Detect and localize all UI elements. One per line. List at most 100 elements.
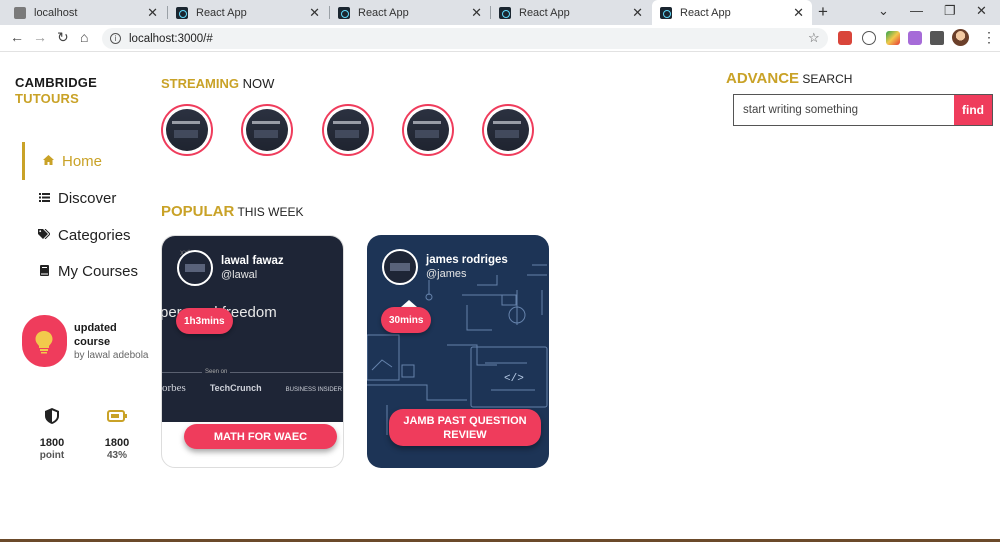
stream-avatar[interactable] xyxy=(161,104,213,156)
popular-heading: POPULAR THIS WEEK xyxy=(161,203,303,220)
course-card[interactable]: </> james rodriges @james 30mins JAMB PA… xyxy=(367,235,549,468)
home-browser-icon[interactable]: ⌂ xyxy=(80,29,88,45)
svg-text:</>: </> xyxy=(504,373,524,385)
info-icon[interactable]: i xyxy=(110,33,121,44)
author-name[interactable]: lawal fawaz xyxy=(221,255,284,267)
author-handle: @lawal xyxy=(221,269,258,281)
author-avatar[interactable] xyxy=(382,249,418,285)
new-tab-button[interactable]: + xyxy=(818,2,828,22)
close-icon[interactable]: ✕ xyxy=(793,5,804,21)
brand-logo[interactable]: CAMBRIDGE TUTOURS xyxy=(15,75,97,107)
menu-icon[interactable]: ⋮ xyxy=(982,29,996,46)
nav-item-my-courses[interactable]: My Courses xyxy=(36,263,138,280)
close-icon[interactable]: ✕ xyxy=(147,5,158,21)
bookmark-star-icon[interactable]: ☆ xyxy=(808,30,820,46)
author-name[interactable]: james rodriges xyxy=(426,254,508,266)
url-text: localhost:3000/# xyxy=(129,32,213,45)
brand-line-2: TUTOURS xyxy=(15,91,79,106)
close-icon[interactable]: ✕ xyxy=(632,5,643,21)
minimize-icon[interactable]: — xyxy=(910,3,923,18)
course-card[interactable]: xxter personal freedom Seen on orbesTech… xyxy=(161,235,344,468)
press-logo: orbes xyxy=(162,382,186,394)
tags-icon xyxy=(36,228,52,242)
home-icon xyxy=(40,155,56,168)
nav-label: Home xyxy=(62,153,103,170)
update-title: updated course xyxy=(74,322,117,348)
update-author: by lawal adebola xyxy=(74,350,149,361)
forward-icon[interactable]: → xyxy=(33,29,47,45)
back-icon[interactable]: ← xyxy=(10,29,24,45)
book-icon xyxy=(36,264,52,279)
browser-tab-4[interactable]: React App ✕ xyxy=(491,0,651,25)
stream-avatar[interactable] xyxy=(482,104,534,156)
browser-tab-2[interactable]: React App ✕ xyxy=(168,0,328,25)
brand-line-1: CAMBRIDGE xyxy=(15,75,97,90)
nav-active-indicator xyxy=(22,142,25,180)
search-bar: find xyxy=(733,94,993,126)
stat-label: point xyxy=(39,450,65,461)
tab-title: React App xyxy=(196,6,247,19)
cloud-icon[interactable] xyxy=(862,31,876,45)
browser-tab-1[interactable]: localhost ✕ xyxy=(6,0,166,25)
course-button[interactable]: JAMB PAST QUESTION REVIEW xyxy=(389,409,541,446)
duration-badge: 30mins xyxy=(381,307,432,333)
stat-label: 43% xyxy=(106,450,127,461)
nav-item-categories[interactable]: Categories xyxy=(36,227,131,244)
stat-points: 1800 point xyxy=(27,407,77,461)
list-icon xyxy=(36,192,52,205)
search-input[interactable] xyxy=(734,95,954,125)
tab-title: React App xyxy=(358,6,409,19)
popular-heading-rest: THIS WEEK xyxy=(234,205,304,219)
stat-value: 1800 xyxy=(104,437,130,449)
author-avatar[interactable] xyxy=(177,250,213,286)
tab-title: React App xyxy=(680,6,731,19)
nav-label: My Courses xyxy=(58,263,139,280)
author-handle: @james xyxy=(426,268,467,280)
tab-title: localhost xyxy=(34,6,78,19)
close-icon[interactable]: ✕ xyxy=(309,5,320,21)
browser-tab-active[interactable]: React App ✕ xyxy=(652,0,812,25)
streaming-heading: STREAMING NOW xyxy=(161,76,274,91)
duration-badge: 1h3mins xyxy=(176,308,233,334)
restore-icon[interactable]: ❐ xyxy=(944,3,956,19)
nav-item-home[interactable]: Home xyxy=(40,153,102,170)
stream-avatar[interactable] xyxy=(241,104,293,156)
tab-title: React App xyxy=(519,6,570,19)
search-heading-accent: ADVANCE xyxy=(726,70,800,87)
press-logo: BUSINESS INSIDER xyxy=(285,387,343,393)
search-heading: ADVANCE SEARCH xyxy=(726,70,852,87)
browser-tab-3[interactable]: React App ✕ xyxy=(330,0,490,25)
app-page: CAMBRIDGE TUTOURS Home Discover Categori… xyxy=(0,52,1000,542)
reload-icon[interactable]: ↻ xyxy=(57,29,69,46)
tab-search-icon[interactable]: ⌄ xyxy=(878,3,889,19)
extension-icon[interactable] xyxy=(908,31,922,45)
browser-toolbar: ← → ↻ ⌂ i localhost:3000/# ☆ ⋮ xyxy=(0,25,1000,52)
profile-avatar[interactable] xyxy=(952,29,969,46)
react-icon xyxy=(499,6,511,19)
nav-label: Discover xyxy=(58,190,117,207)
browser-tab-bar: localhost ✕ React App ✕ React App ✕ Reac… xyxy=(0,0,1000,25)
course-button[interactable]: MATH FOR WAEC xyxy=(184,424,337,449)
page-icon xyxy=(14,6,26,19)
seen-on-text: Seen on xyxy=(202,369,231,375)
battery-icon xyxy=(92,407,142,425)
window-close-icon[interactable]: ✕ xyxy=(976,3,987,19)
nav-item-discover[interactable]: Discover xyxy=(36,190,116,207)
popular-heading-accent: POPULAR xyxy=(161,203,235,220)
search-heading-rest: SEARCH xyxy=(799,72,853,86)
stream-avatar[interactable] xyxy=(402,104,454,156)
find-button[interactable]: find xyxy=(954,95,992,125)
puzzle-icon[interactable] xyxy=(930,31,944,45)
lightbulb-icon xyxy=(22,315,67,367)
streaming-heading-rest: NOW xyxy=(239,76,275,91)
stat-battery: 1800 43% xyxy=(92,407,142,461)
react-icon xyxy=(338,6,350,19)
extension-icon[interactable] xyxy=(886,31,900,45)
nav-label: Categories xyxy=(58,227,131,244)
address-bar[interactable]: i localhost:3000/# xyxy=(102,28,828,49)
extension-icon[interactable] xyxy=(838,31,852,45)
press-logo: TechCrunch xyxy=(209,383,262,393)
react-icon xyxy=(176,6,188,19)
stream-avatar[interactable] xyxy=(322,104,374,156)
close-icon[interactable]: ✕ xyxy=(471,5,482,21)
